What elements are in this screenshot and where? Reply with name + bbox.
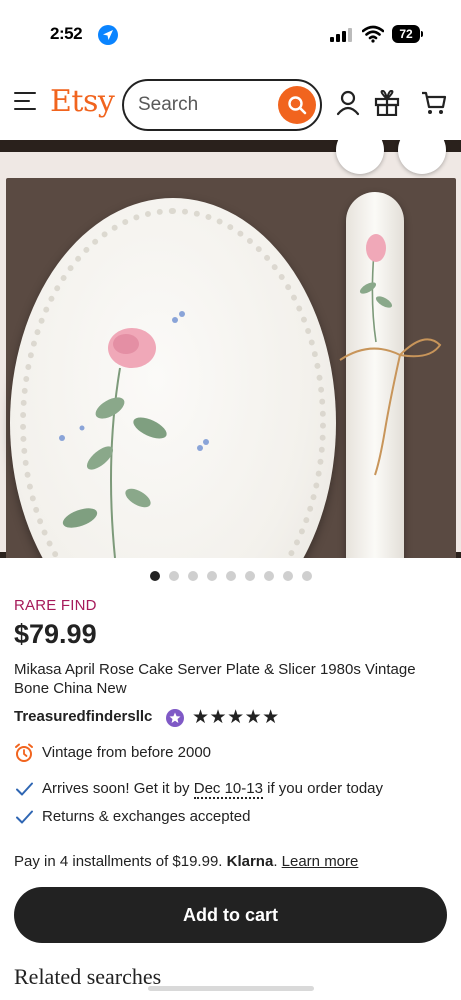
menu-icon[interactable] [14,92,36,110]
search-button[interactable] [278,86,316,124]
status-bar: 2:52 72 [0,0,461,64]
related-searches-heading: Related searches [14,964,162,989]
check-icon [16,810,33,824]
shop-name[interactable]: Treasuredfindersllc [14,708,152,725]
search-input[interactable] [138,93,268,117]
battery-nub [421,31,423,37]
rare-find-badge: RARE FIND [14,597,97,614]
add-to-cart-button[interactable]: Add to cart [14,887,447,943]
cake-plate [10,198,336,558]
klarna-period: . [273,853,278,870]
carousel-dot[interactable] [302,571,312,581]
carousel-dot[interactable] [150,571,160,581]
arrival-dates[interactable]: Dec 10-13 [193,780,263,799]
product-title: Mikasa April Rose Cake Server Plate & Sl… [14,661,416,697]
product-image[interactable] [0,140,461,558]
wifi-icon [362,25,384,43]
carousel-dot[interactable] [207,571,217,581]
returns-text: Returns & exchanges accepted [42,808,251,825]
arrival-suffix: if you order today [262,780,384,797]
klarna-label: Klarna [226,853,274,870]
carousel-dot[interactable] [226,571,236,581]
home-indicator[interactable] [148,986,314,991]
product-price: $79.99 [14,619,97,649]
location-arrow-icon [98,25,118,45]
carousel-dot[interactable] [283,571,293,581]
star-seller-icon [166,709,184,727]
alarm-clock-icon [15,743,33,762]
status-time: 2:52 [50,24,83,43]
carousel-dot[interactable] [245,571,255,581]
cart-icon[interactable] [421,90,447,116]
arrival-text: Arrives soon! Get it by Dec 10-13 if you… [42,780,384,799]
installments-row: Pay in 4 installments of $19.99. Klarna.… [14,853,358,870]
search-icon [288,96,307,115]
carousel-dot[interactable] [264,571,274,581]
carousel-dot[interactable] [188,571,198,581]
vintage-text: Vintage from before 2000 [42,744,212,761]
search-bar[interactable] [122,79,322,131]
signal-icon [330,28,352,42]
etsy-logo[interactable]: Etsy [50,84,115,119]
rating-stars[interactable]: ★★★★★ [192,706,280,728]
ribbon [339,338,442,476]
arrival-prefix: Arrives soon! Get it by [42,780,194,797]
gift-icon[interactable] [374,90,400,116]
rose-pattern [59,311,209,558]
check-icon [16,782,33,796]
battery-icon: 72 [392,25,420,43]
carousel-dot[interactable] [169,571,179,581]
installments-text: Pay in 4 installments of $19.99. [14,853,227,870]
learn-more-link[interactable]: Learn more [282,853,359,870]
account-icon[interactable] [336,90,360,116]
app-header: Etsy [0,64,461,140]
